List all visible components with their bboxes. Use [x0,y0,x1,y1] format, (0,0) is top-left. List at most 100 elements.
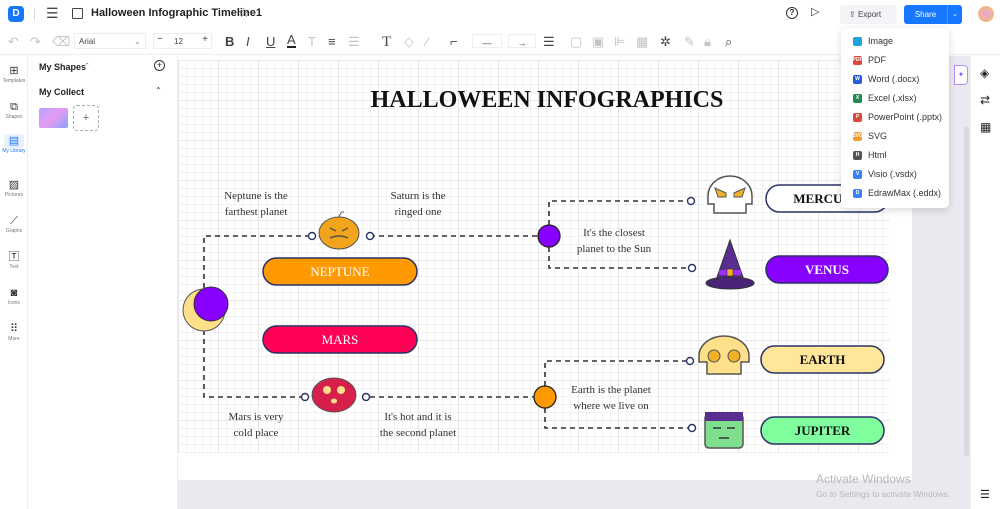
align-icon[interactable]: ≡ [328,34,336,50]
bold-icon[interactable]: B [225,34,234,50]
note-text-venus: It's hot and it is [384,411,451,423]
star-icon[interactable]: ☆ [238,5,250,21]
rail-templates[interactable]: ⊞ Templates [0,64,28,84]
rail-label: My Library [2,148,26,154]
decrease-font-icon[interactable]: − [157,34,163,45]
export-menu-item[interactable]: D EdrawMax (.eddx) [853,185,941,201]
bring-front-icon[interactable]: ▢ [570,34,582,50]
settings-list-icon[interactable]: ☰ [980,488,990,501]
edit-icon[interactable]: ✎ [684,34,695,50]
share-dropdown-chevron-icon[interactable]: ⌄ [947,5,962,24]
format-painter-icon[interactable]: ⌫ [52,34,70,50]
add-circle-icon[interactable]: + [154,60,165,71]
font-size-stepper[interactable]: − 12 + [153,33,212,49]
file-type-icon [853,36,862,46]
rail-pictures[interactable]: ▨ Pictures [0,178,28,198]
ai-assist-button[interactable]: ✦ [954,65,968,85]
export-menu-item[interactable]: H Html [853,147,887,163]
font-color-icon[interactable]: A [287,33,296,48]
export-menu-item[interactable]: P PowerPoint (.pptx) [853,109,942,125]
rail-label: More [8,336,20,342]
frankenstein-icon[interactable] [704,412,744,449]
rail-graphs[interactable]: ⟋ Graphs [0,214,28,234]
text-tool-icon[interactable]: T [382,34,391,50]
lock-icon[interactable]: 🔒︎ [704,34,711,50]
group-icon[interactable]: ▦ [636,34,648,50]
witch-hat-icon[interactable] [705,238,755,290]
redo-icon[interactable]: ↷ [30,34,41,50]
clear-format-icon[interactable]: T [308,34,316,50]
export-icon: ⇪ [849,10,856,19]
line-color-icon[interactable]: ⁄ [426,34,428,50]
chevron-up-icon[interactable]: ⌃ [155,86,162,95]
note-text-mercury: It's the closest [583,227,645,239]
red-pumpkin-icon[interactable] [311,377,357,413]
planet-label: EARTH [800,352,846,367]
line-spacing-icon[interactable]: ☰ [348,34,360,50]
export-menu-label: SVG [868,131,888,141]
rail-my-library[interactable]: ▤ My Library [0,134,28,154]
purple-node[interactable] [537,224,561,248]
export-menu-item[interactable]: PDF PDF [853,52,887,68]
fill-bucket-icon[interactable]: ◈ [980,66,989,80]
skull-icon[interactable] [698,335,750,375]
rail-shapes[interactable]: ⧉ Shapes [0,100,28,120]
line-style-select[interactable]: — [472,34,502,48]
rail-more[interactable]: ⠿ More [0,322,28,342]
italic-icon[interactable]: I [246,34,250,50]
angry-pumpkin-icon[interactable] [318,211,360,250]
export-menu-item[interactable]: SVG SVG [852,128,888,144]
crescent-moon-icon[interactable] [182,286,229,332]
orange-node[interactable] [533,385,557,409]
endpoint-dot [307,231,317,241]
diagram-title: HALLOWEEN INFOGRAPHICS [371,87,724,113]
export-button[interactable]: ⇪ Export [840,5,897,24]
right-sidebar: ◈ ⇄ ▦ ☰ [970,56,1000,509]
my-shapes-heading[interactable]: My Shapes [39,62,86,72]
endpoint-dot [300,392,310,402]
rail-label: Text [9,264,19,270]
avatar[interactable] [978,6,994,22]
connector-icon[interactable]: ⌐ [450,34,458,50]
increase-font-icon[interactable]: + [202,34,208,45]
my-collect-heading: My Collect [39,87,85,97]
note-text-earth: Earth is the planet [571,384,651,396]
arrow-style-select[interactable]: → [508,34,536,48]
angry-skull-icon[interactable] [707,175,753,214]
play-icon[interactable]: ▷ [811,5,819,18]
text-icon: 🅃 [8,251,20,263]
send-back-icon[interactable]: ▣ [592,34,604,50]
style-icon[interactable]: ✲ [660,34,671,50]
add-collect-button[interactable]: + [73,105,99,131]
collected-shape-thumbnail[interactable] [39,108,68,128]
library-icon: ▤ [4,134,24,148]
export-menu-item[interactable]: V Visio (.vsdx) [853,166,917,182]
file-type-icon: X [853,93,862,103]
app-logo-icon[interactable]: D [8,6,24,22]
export-menu-item[interactable]: W Word (.docx) [853,71,919,87]
rail-label: Shapes [5,114,23,120]
align-objects-icon[interactable]: ⊫ [614,34,625,50]
rail-text[interactable]: 🅃 Text [0,250,28,270]
replace-icon[interactable]: ⇄ [980,93,990,107]
font-family-select[interactable]: Arial ⌄ [74,33,146,49]
share-button[interactable]: Share [904,5,947,24]
line-weight-icon[interactable]: ☰ [543,34,555,50]
scrollbar[interactable] [964,126,969,456]
icons-icon: ◙ [10,287,18,299]
menu-icon[interactable]: ☰ [46,5,59,22]
rail-icons[interactable]: ◙ Icons [0,286,28,306]
grid-icon[interactable]: ▦ [980,120,991,134]
undo-icon[interactable]: ↶ [8,34,19,50]
export-menu-item[interactable]: X Excel (.xlsx) [853,90,917,106]
underline-icon[interactable]: U [266,34,275,50]
help-icon[interactable]: ? [786,7,798,19]
planet-label: NEPTUNE [310,264,369,279]
export-menu-item[interactable]: Image [853,33,893,49]
find-icon[interactable]: ⌕ [725,34,732,50]
save-icon[interactable] [72,8,83,19]
fill-icon[interactable]: ◇ [404,34,414,50]
export-menu-label: Visio (.vsdx) [868,169,917,179]
document-title[interactable]: Halloween Infographic Timeline1 [91,7,262,19]
collapse-icon[interactable]: ⌃ [84,62,90,70]
